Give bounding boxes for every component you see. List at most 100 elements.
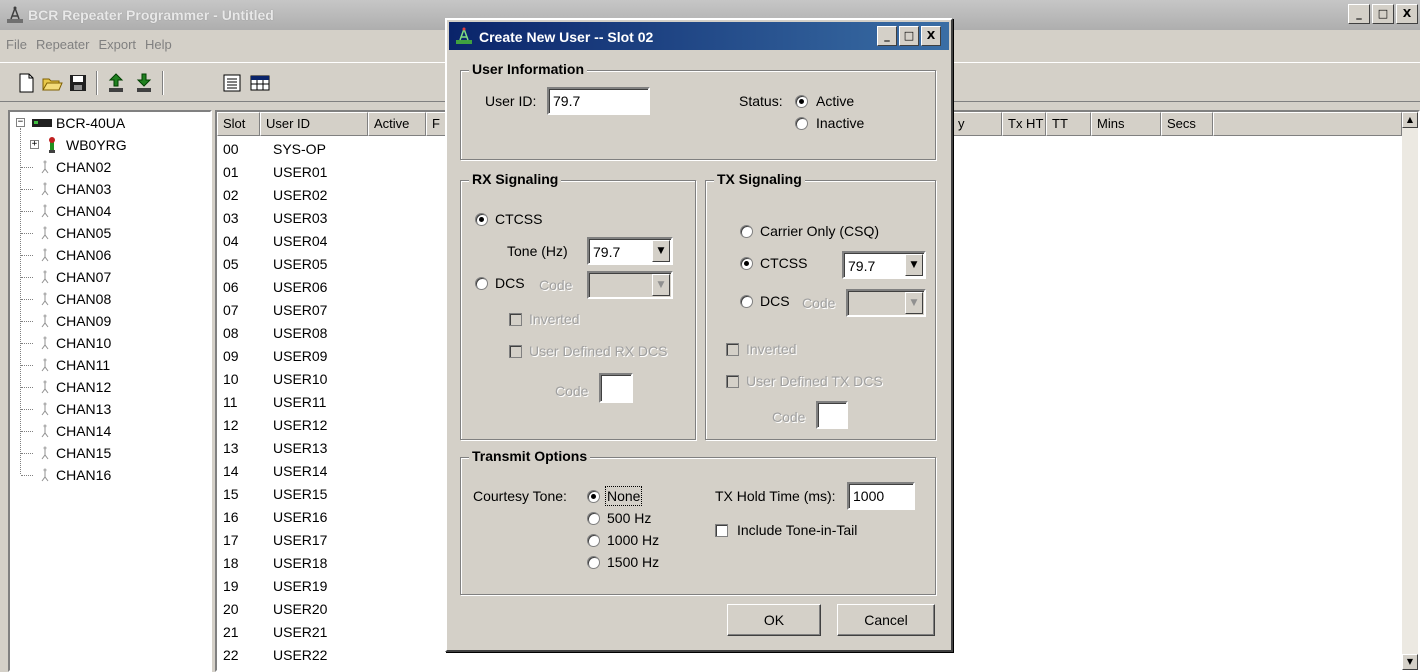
chevron-down-icon[interactable]: ▼ [905, 254, 923, 276]
main-minimize-button[interactable]: _ [1348, 4, 1370, 24]
row-user-id[interactable]: SYS-OP [273, 138, 326, 161]
row-user-id[interactable]: USER06 [273, 276, 327, 299]
dialog-maximize-button[interactable]: □ [899, 26, 919, 46]
menu-file[interactable]: File [4, 34, 34, 56]
tx-dcs-radio[interactable] [740, 295, 753, 308]
chevron-down-icon[interactable]: ▼ [905, 292, 923, 314]
expand-icon[interactable]: + [30, 140, 39, 149]
chevron-down-icon[interactable]: ▼ [652, 240, 670, 262]
chevron-down-icon[interactable]: ▼ [652, 274, 670, 296]
rx-user-defined-checkbox[interactable] [509, 345, 522, 358]
row-slot[interactable]: 11 [223, 391, 238, 414]
column-header-mins[interactable]: Mins [1091, 112, 1161, 136]
save-icon[interactable] [66, 71, 90, 95]
new-icon[interactable] [14, 71, 38, 95]
dialog-close-button[interactable]: X [921, 26, 941, 46]
download-icon[interactable] [132, 71, 156, 95]
menu-export[interactable]: Export [96, 34, 143, 56]
row-slot[interactable]: 02 [223, 184, 239, 207]
row-user-id[interactable]: USER03 [273, 207, 327, 230]
tx-ctcss-radio[interactable] [740, 257, 753, 270]
row-user-id[interactable]: USER14 [273, 460, 327, 483]
row-slot[interactable]: 05 [223, 253, 239, 276]
row-slot[interactable]: 03 [223, 207, 239, 230]
tx-user-defined-checkbox[interactable] [726, 375, 739, 388]
rx-dcs-code-select[interactable]: ▼ [587, 271, 673, 299]
menu-repeater[interactable]: Repeater [34, 34, 96, 56]
tx-dcs-code-select[interactable]: ▼ [846, 289, 926, 317]
list-view-icon[interactable] [220, 71, 244, 95]
tone-500-radio[interactable] [587, 512, 600, 525]
tone-none-radio[interactable] [587, 490, 600, 503]
row-user-id[interactable]: USER22 [273, 644, 327, 667]
main-close-button[interactable]: X [1396, 4, 1418, 24]
row-slot[interactable]: 15 [223, 483, 239, 506]
vertical-scrollbar[interactable]: ▲ ▼ [1402, 112, 1418, 670]
row-user-id[interactable]: USER13 [273, 437, 327, 460]
row-slot[interactable]: 04 [223, 230, 239, 253]
row-user-id[interactable]: USER10 [273, 368, 327, 391]
row-user-id[interactable]: USER09 [273, 345, 327, 368]
column-header-tt[interactable]: TT [1046, 112, 1091, 136]
row-user-id[interactable]: USER02 [273, 184, 327, 207]
column-header-user-id[interactable]: User ID [260, 112, 368, 136]
menu-help[interactable]: Help [143, 34, 179, 56]
column-header-secs[interactable]: Secs [1161, 112, 1213, 136]
row-user-id[interactable]: USER18 [273, 552, 327, 575]
row-slot[interactable]: 08 [223, 322, 239, 345]
row-user-id[interactable]: USER20 [273, 598, 327, 621]
row-slot[interactable]: 09 [223, 345, 239, 368]
row-slot[interactable]: 20 [223, 598, 239, 621]
row-user-id[interactable]: USER04 [273, 230, 327, 253]
dialog-minimize-button[interactable]: _ [877, 26, 897, 46]
status-active-radio[interactable] [795, 95, 808, 108]
rx-inverted-checkbox[interactable] [509, 313, 522, 326]
status-inactive-radio[interactable] [795, 117, 808, 130]
row-slot[interactable]: 18 [223, 552, 239, 575]
tone-1500-radio[interactable] [587, 556, 600, 569]
tx-inverted-checkbox[interactable] [726, 343, 739, 356]
tx-carrier-radio[interactable] [740, 225, 753, 238]
rx-ctcss-radio[interactable] [475, 213, 488, 226]
scroll-down-icon[interactable]: ▼ [1402, 654, 1418, 670]
row-user-id[interactable]: USER08 [273, 322, 327, 345]
tone-1000-radio[interactable] [587, 534, 600, 547]
row-slot[interactable]: 12 [223, 414, 239, 437]
row-slot[interactable]: 13 [223, 437, 239, 460]
row-slot[interactable]: 06 [223, 276, 239, 299]
tone-in-tail-checkbox[interactable] [715, 524, 728, 537]
row-user-id[interactable]: USER07 [273, 299, 327, 322]
user-id-input[interactable] [547, 87, 650, 115]
row-slot[interactable]: 07 [223, 299, 239, 322]
row-user-id[interactable]: USER19 [273, 575, 327, 598]
column-header-tx-ht[interactable]: Tx HT [1002, 112, 1046, 136]
row-slot[interactable]: 17 [223, 529, 239, 552]
row-user-id[interactable]: USER16 [273, 506, 327, 529]
row-slot[interactable]: 19 [223, 575, 239, 598]
table-view-icon[interactable] [248, 71, 272, 95]
column-header-slot[interactable]: Slot [217, 112, 260, 136]
rx-tone-select[interactable]: 79.7 ▼ [587, 237, 673, 265]
ok-button[interactable]: OK [727, 604, 821, 636]
row-user-id[interactable]: USER15 [273, 483, 327, 506]
cancel-button[interactable]: Cancel [837, 604, 935, 636]
tx-hold-time-input[interactable] [847, 482, 915, 510]
row-slot[interactable]: 10 [223, 368, 239, 391]
row-slot[interactable]: 22 [223, 644, 239, 667]
row-slot[interactable]: 21 [223, 621, 239, 644]
row-user-id[interactable]: USER05 [273, 253, 327, 276]
open-icon[interactable] [40, 71, 64, 95]
tx-ctcss-select[interactable]: 79.7 ▼ [842, 251, 926, 279]
row-slot[interactable]: 16 [223, 506, 239, 529]
collapse-icon[interactable]: − [16, 118, 25, 127]
row-slot[interactable]: 00 [223, 138, 239, 161]
row-user-id[interactable]: USER12 [273, 414, 327, 437]
column-header-active[interactable]: Active [368, 112, 426, 136]
row-user-id[interactable]: USER17 [273, 529, 327, 552]
tx-code-input[interactable] [816, 401, 848, 429]
rx-code-input[interactable] [599, 373, 633, 403]
row-slot[interactable]: 14 [223, 460, 239, 483]
scroll-up-icon[interactable]: ▲ [1402, 112, 1418, 128]
row-user-id[interactable]: USER21 [273, 621, 327, 644]
upload-icon[interactable] [104, 71, 128, 95]
